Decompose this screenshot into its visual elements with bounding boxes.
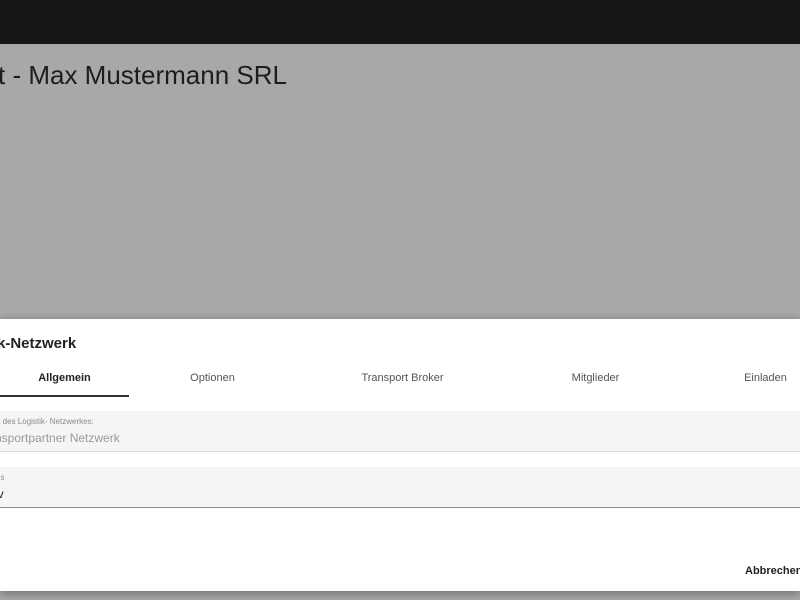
cancel-button[interactable]: Abbrechen: [745, 565, 800, 577]
tab-optionen[interactable]: Optionen: [150, 361, 275, 397]
top-app-bar: [0, 0, 800, 44]
tab-bar: Allgemein Optionen Transport Broker Mitg…: [0, 361, 800, 397]
network-dialog: k-Netzwerk Allgemein Optionen Transport …: [0, 319, 800, 591]
network-name-label: e des Logistik- Netzwerkes:: [0, 417, 94, 426]
network-name-field[interactable]: e des Logistik- Netzwerkes: nsportpartne…: [0, 411, 800, 452]
dialog-title: k-Netzwerk: [0, 335, 77, 352]
status-value[interactable]: iv: [0, 487, 4, 501]
tab-mitglieder[interactable]: Mitglieder: [533, 361, 658, 397]
status-select[interactable]: us iv: [0, 467, 800, 508]
tab-transport-broker[interactable]: Transport Broker: [340, 361, 465, 397]
page-title: t - Max Mustermann SRL: [0, 60, 287, 90]
network-name-input[interactable]: nsportpartner Netzwerk: [0, 431, 120, 445]
tab-einladen[interactable]: Einladen: [703, 361, 800, 397]
tab-allgemein[interactable]: Allgemein: [0, 361, 129, 397]
status-label: us: [0, 473, 5, 482]
